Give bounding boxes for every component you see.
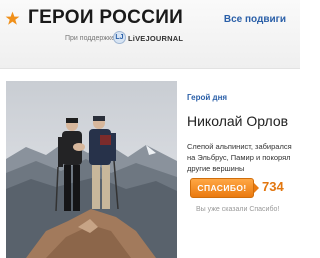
hero-name[interactable]: Николай Орлов xyxy=(187,113,288,129)
hero-photo-image xyxy=(6,81,177,258)
livejournal-logo-icon[interactable]: LJ xyxy=(113,31,126,44)
all-feats-link[interactable]: Все подвиги xyxy=(224,14,286,25)
hero-of-day-label: Герой дня xyxy=(187,93,228,102)
star-icon xyxy=(5,11,20,25)
support-label: При поддержке xyxy=(65,35,115,42)
thanks-arrow-icon xyxy=(254,183,259,193)
partner-name[interactable]: LiVEJOURNAL xyxy=(128,34,183,43)
site-title[interactable]: ГЕРОИ РОССИИ xyxy=(28,7,183,29)
header-divider xyxy=(0,68,300,69)
already-thanked-note: Вы уже сказали Спасибо! xyxy=(196,206,280,213)
site-header: ГЕРОИ РОССИИ Все подвиги При поддержке L… xyxy=(0,0,300,68)
thanks-count: 734 xyxy=(262,179,284,194)
hero-photo[interactable] xyxy=(6,81,177,258)
thanks-button[interactable]: СПАСИБО! xyxy=(190,178,254,198)
hero-description: Слепой альпинист, забирался на Эльбрус, … xyxy=(187,142,292,173)
